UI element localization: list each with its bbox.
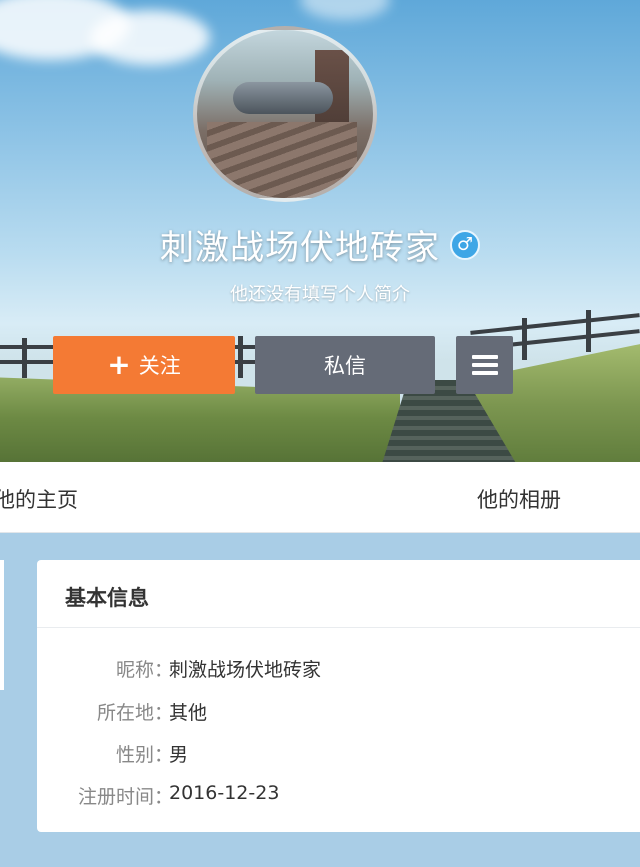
fence-post bbox=[238, 336, 243, 378]
follow-button-label: 关注 bbox=[138, 354, 181, 378]
avatar[interactable] bbox=[193, 26, 377, 202]
side-panel-edge bbox=[0, 560, 4, 690]
profile-name-row: 刺激战场伏地砖家 ♂ bbox=[0, 220, 640, 269]
info-label: 昵称： bbox=[115, 659, 173, 681]
info-value: 2016-12-23 bbox=[169, 782, 280, 804]
info-value: 刺激战场伏地砖家 bbox=[169, 659, 322, 681]
avatar-tank-shape bbox=[233, 82, 333, 114]
info-label: 注册时间： bbox=[77, 786, 173, 808]
avatar-bricks-shape bbox=[207, 122, 357, 198]
card-divider bbox=[37, 627, 640, 628]
info-row-registered: 注册时间： 2016-12-23 bbox=[37, 782, 640, 812]
plus-icon: + bbox=[107, 348, 131, 381]
more-menu-button[interactable] bbox=[456, 336, 513, 394]
profile-cover: 刺激战场伏地砖家 ♂ 他还没有填写个人简介 + 关注 私信 bbox=[0, 0, 640, 462]
info-label: 性别： bbox=[115, 744, 173, 766]
fence-post bbox=[522, 318, 527, 360]
basic-info-card: 基本信息 昵称： 刺激战场伏地砖家 所在地： 其他 性别： 男 注册时间： 20… bbox=[37, 560, 640, 832]
tab-home[interactable]: 他的主页 bbox=[0, 484, 78, 514]
profile-tabs: 他的主页 他的相册 bbox=[0, 462, 640, 533]
info-value: 其他 bbox=[169, 702, 208, 724]
cloud-decoration bbox=[90, 10, 210, 65]
card-title: 基本信息 bbox=[65, 586, 149, 610]
info-row-location: 所在地： 其他 bbox=[37, 698, 640, 728]
fence-post bbox=[586, 310, 591, 352]
profile-nickname: 刺激战场伏地砖家 bbox=[160, 228, 440, 268]
info-row-gender: 性别： 男 bbox=[37, 740, 640, 770]
follow-button[interactable]: + 关注 bbox=[53, 336, 235, 394]
info-value: 男 bbox=[169, 744, 189, 766]
fence-post bbox=[22, 338, 27, 378]
message-button-label: 私信 bbox=[324, 354, 366, 378]
menu-icon bbox=[471, 351, 498, 379]
tab-album[interactable]: 他的相册 bbox=[477, 484, 561, 514]
info-label: 所在地： bbox=[96, 702, 173, 724]
info-row-nickname: 昵称： 刺激战场伏地砖家 bbox=[37, 655, 640, 685]
message-button[interactable]: 私信 bbox=[255, 336, 435, 394]
cloud-decoration bbox=[300, 0, 390, 20]
profile-bio: 他还没有填写个人简介 bbox=[230, 284, 410, 305]
male-gender-icon: ♂ bbox=[450, 229, 480, 260]
